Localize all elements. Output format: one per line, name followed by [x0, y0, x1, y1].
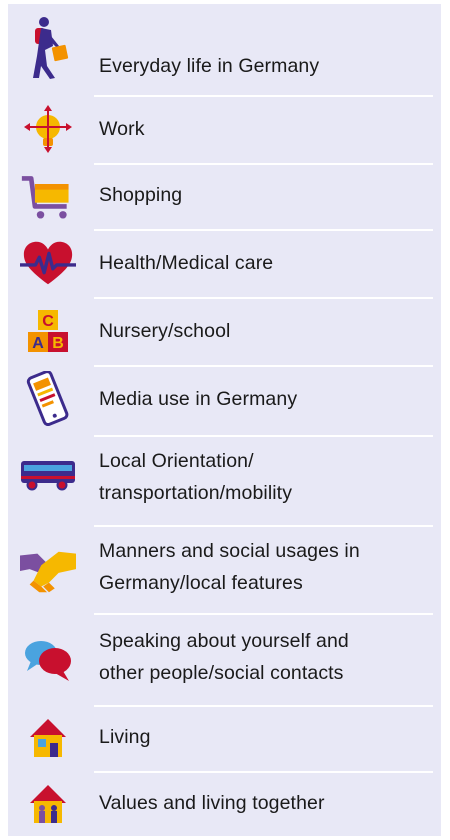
topic-label-line1: Local Orientation/ [99, 450, 254, 472]
topic-item-health[interactable]: Health/Medical care [8, 231, 441, 297]
topic-item-manners[interactable]: Manners and social usages in Germany/loc… [8, 527, 441, 613]
lightbulb-arrows-icon [20, 105, 76, 155]
topic-label: Manners and social usages in Germany/loc… [99, 535, 360, 599]
topic-label-line2: transportation/mobility [99, 482, 293, 504]
topic-item-values[interactable]: Values and living together [8, 773, 441, 836]
heart-pulse-icon [20, 239, 76, 289]
topic-item-everyday-life[interactable]: Everyday life in Germany [8, 4, 441, 96]
house-icon [20, 717, 76, 759]
handshake-icon [20, 547, 76, 595]
topic-list-panel: Everyday life in Germany Work Shopping H… [8, 4, 441, 836]
topic-label-line1: Speaking about yourself and [99, 630, 349, 652]
topic-label: Health/Medical care [99, 252, 274, 274]
house-family-icon [20, 783, 76, 825]
topic-item-living[interactable]: Living [8, 707, 441, 771]
bus-icon [20, 459, 76, 491]
topic-label: Shopping [99, 184, 183, 206]
topic-label-line2: Germany/local features [99, 572, 303, 594]
walking-person-with-bag-icon [20, 16, 76, 80]
topic-label: Work [99, 118, 145, 140]
topic-item-media-use[interactable]: Media use in Germany [8, 367, 441, 435]
topic-label: Values and living together [99, 792, 325, 814]
topic-label: Local Orientation/ transportation/mobili… [99, 445, 292, 509]
topic-label-line2: other people/social contacts [99, 662, 344, 684]
topic-label-line1: Manners and social usages in [99, 540, 360, 562]
shopping-cart-icon [20, 173, 76, 223]
topic-label: Media use in Germany [99, 388, 298, 410]
svg-text:C: C [42, 313, 54, 330]
smartphone-icon [20, 371, 76, 427]
svg-text:B: B [52, 335, 64, 352]
topic-label: Everyday life in Germany [99, 55, 320, 77]
topic-item-shopping[interactable]: Shopping [8, 165, 441, 229]
svg-text:A: A [32, 335, 44, 352]
topic-item-local-orientation[interactable]: Local Orientation/ transportation/mobili… [8, 437, 441, 525]
topic-item-nursery-school[interactable]: C A B Nursery/school [8, 299, 441, 365]
topic-label: Living [99, 726, 151, 748]
abc-blocks-icon: C A B [20, 309, 76, 353]
topic-label: Nursery/school [99, 320, 231, 342]
speech-bubbles-icon [20, 637, 76, 683]
topic-item-speaking[interactable]: Speaking about yourself and other people… [8, 615, 441, 705]
topic-item-work[interactable]: Work [8, 97, 441, 163]
topic-label: Speaking about yourself and other people… [99, 625, 349, 689]
